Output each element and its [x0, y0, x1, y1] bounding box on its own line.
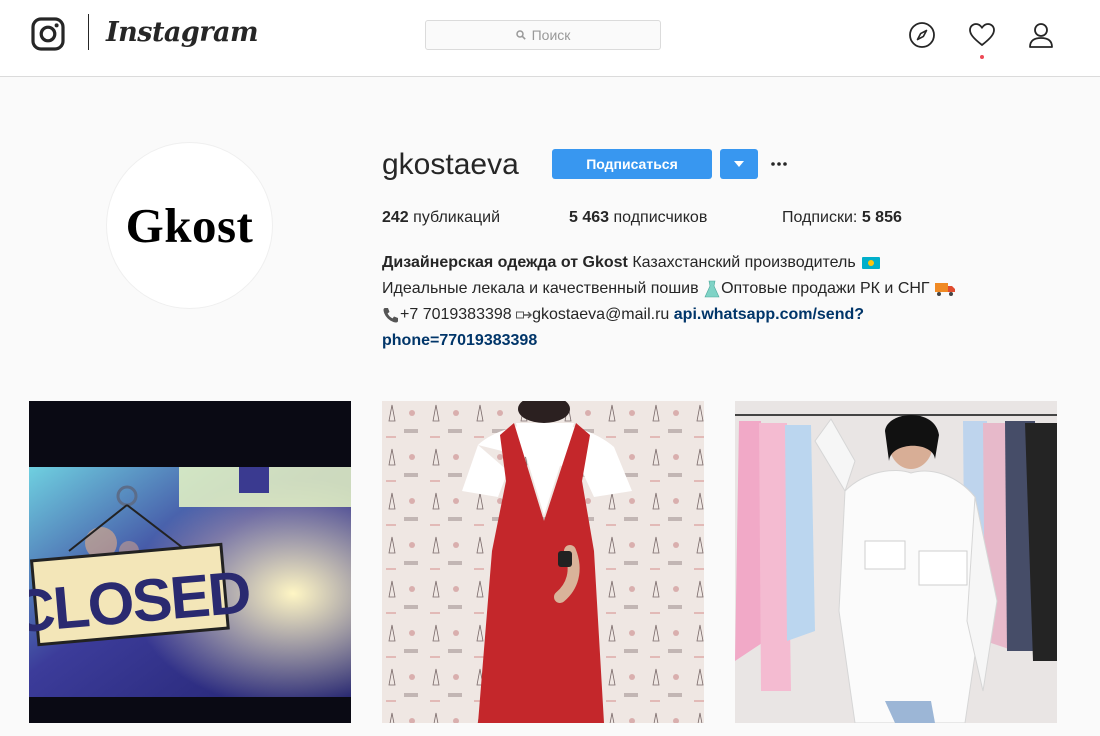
followers-label: подписчиков: [613, 209, 708, 226]
bio-full-name: Дизайнерская одежда от Gkost: [382, 254, 628, 271]
kazakhstan-flag-icon: [862, 256, 881, 269]
more-options-button[interactable]: [768, 152, 790, 176]
top-navigation-bar: Instagram Поиск: [0, 0, 1100, 77]
profile-avatar[interactable]: Gkost: [106, 142, 273, 309]
red-dress-image: [382, 401, 704, 723]
search-placeholder: Поиск: [531, 27, 571, 43]
following-label: Подписки:: [782, 209, 858, 226]
profile-username: gkostaeva: [382, 148, 519, 181]
notification-dot: [980, 55, 984, 59]
follow-button[interactable]: Подписаться: [552, 149, 712, 179]
followers-stat[interactable]: 5 463 подписчиков: [569, 207, 707, 229]
white-shirt-image: [735, 401, 1057, 723]
post-thumbnail-3[interactable]: [735, 401, 1057, 723]
logo-divider: [88, 14, 89, 50]
bio-line-4: phone=77019383398: [382, 328, 1072, 354]
email-arrow-icon: [516, 311, 533, 319]
bio-phone: +7 7019383398: [400, 306, 512, 323]
profile-bio: Дизайнерская одежда от Gkost Казахстанск…: [382, 250, 1072, 354]
search-input[interactable]: Поиск: [425, 20, 661, 50]
bio-line-2: Идеальные лекала и качественный пошив Оп…: [382, 276, 1072, 302]
followers-count: 5 463: [569, 209, 610, 226]
profile-person-icon[interactable]: [1027, 21, 1055, 49]
following-stat[interactable]: Подписки: 5 856: [782, 207, 902, 229]
bio-producer-text: Казахстанский производитель: [632, 254, 856, 271]
instagram-glyph-icon[interactable]: [31, 17, 65, 51]
caret-down-icon: [734, 161, 744, 167]
bio-wholesale-text: Оптовые продажи РК и СНГ: [721, 280, 930, 297]
instagram-wordmark[interactable]: Instagram: [106, 13, 259, 53]
posts-stat[interactable]: 242 публикаций: [382, 207, 500, 229]
bio-email: gkostaeva@mail.ru: [532, 306, 670, 323]
bio-line-3: +7 7019383398 gkostaeva@mail.ru api.what…: [382, 302, 1072, 328]
whatsapp-link-part-1[interactable]: api.whatsapp.com/send?: [674, 306, 864, 323]
bio-quality-text: Идеальные лекала и качественный пошив: [382, 280, 699, 297]
posts-label: публикаций: [413, 209, 501, 226]
whatsapp-link-part-2[interactable]: phone=77019383398: [382, 332, 537, 349]
telephone-icon: [383, 307, 398, 323]
post-thumbnail-2[interactable]: [382, 401, 704, 723]
explore-compass-icon[interactable]: [908, 21, 936, 49]
activity-heart-icon[interactable]: [968, 21, 996, 49]
closed-sign-image: CLOSED: [29, 401, 351, 723]
delivery-truck-icon: [935, 282, 956, 296]
more-horizontal-icon: [771, 162, 787, 166]
post-thumbnail-1[interactable]: CLOSED: [29, 401, 351, 723]
bio-line-1: Дизайнерская одежда от Gkost Казахстанск…: [382, 250, 1072, 276]
dress-icon: [704, 280, 720, 298]
suggestions-dropdown-button[interactable]: [720, 149, 758, 179]
posts-count: 242: [382, 209, 409, 226]
avatar-logo-text: Gkost: [125, 198, 254, 253]
following-count: 5 856: [861, 209, 902, 226]
search-icon: [515, 30, 526, 40]
